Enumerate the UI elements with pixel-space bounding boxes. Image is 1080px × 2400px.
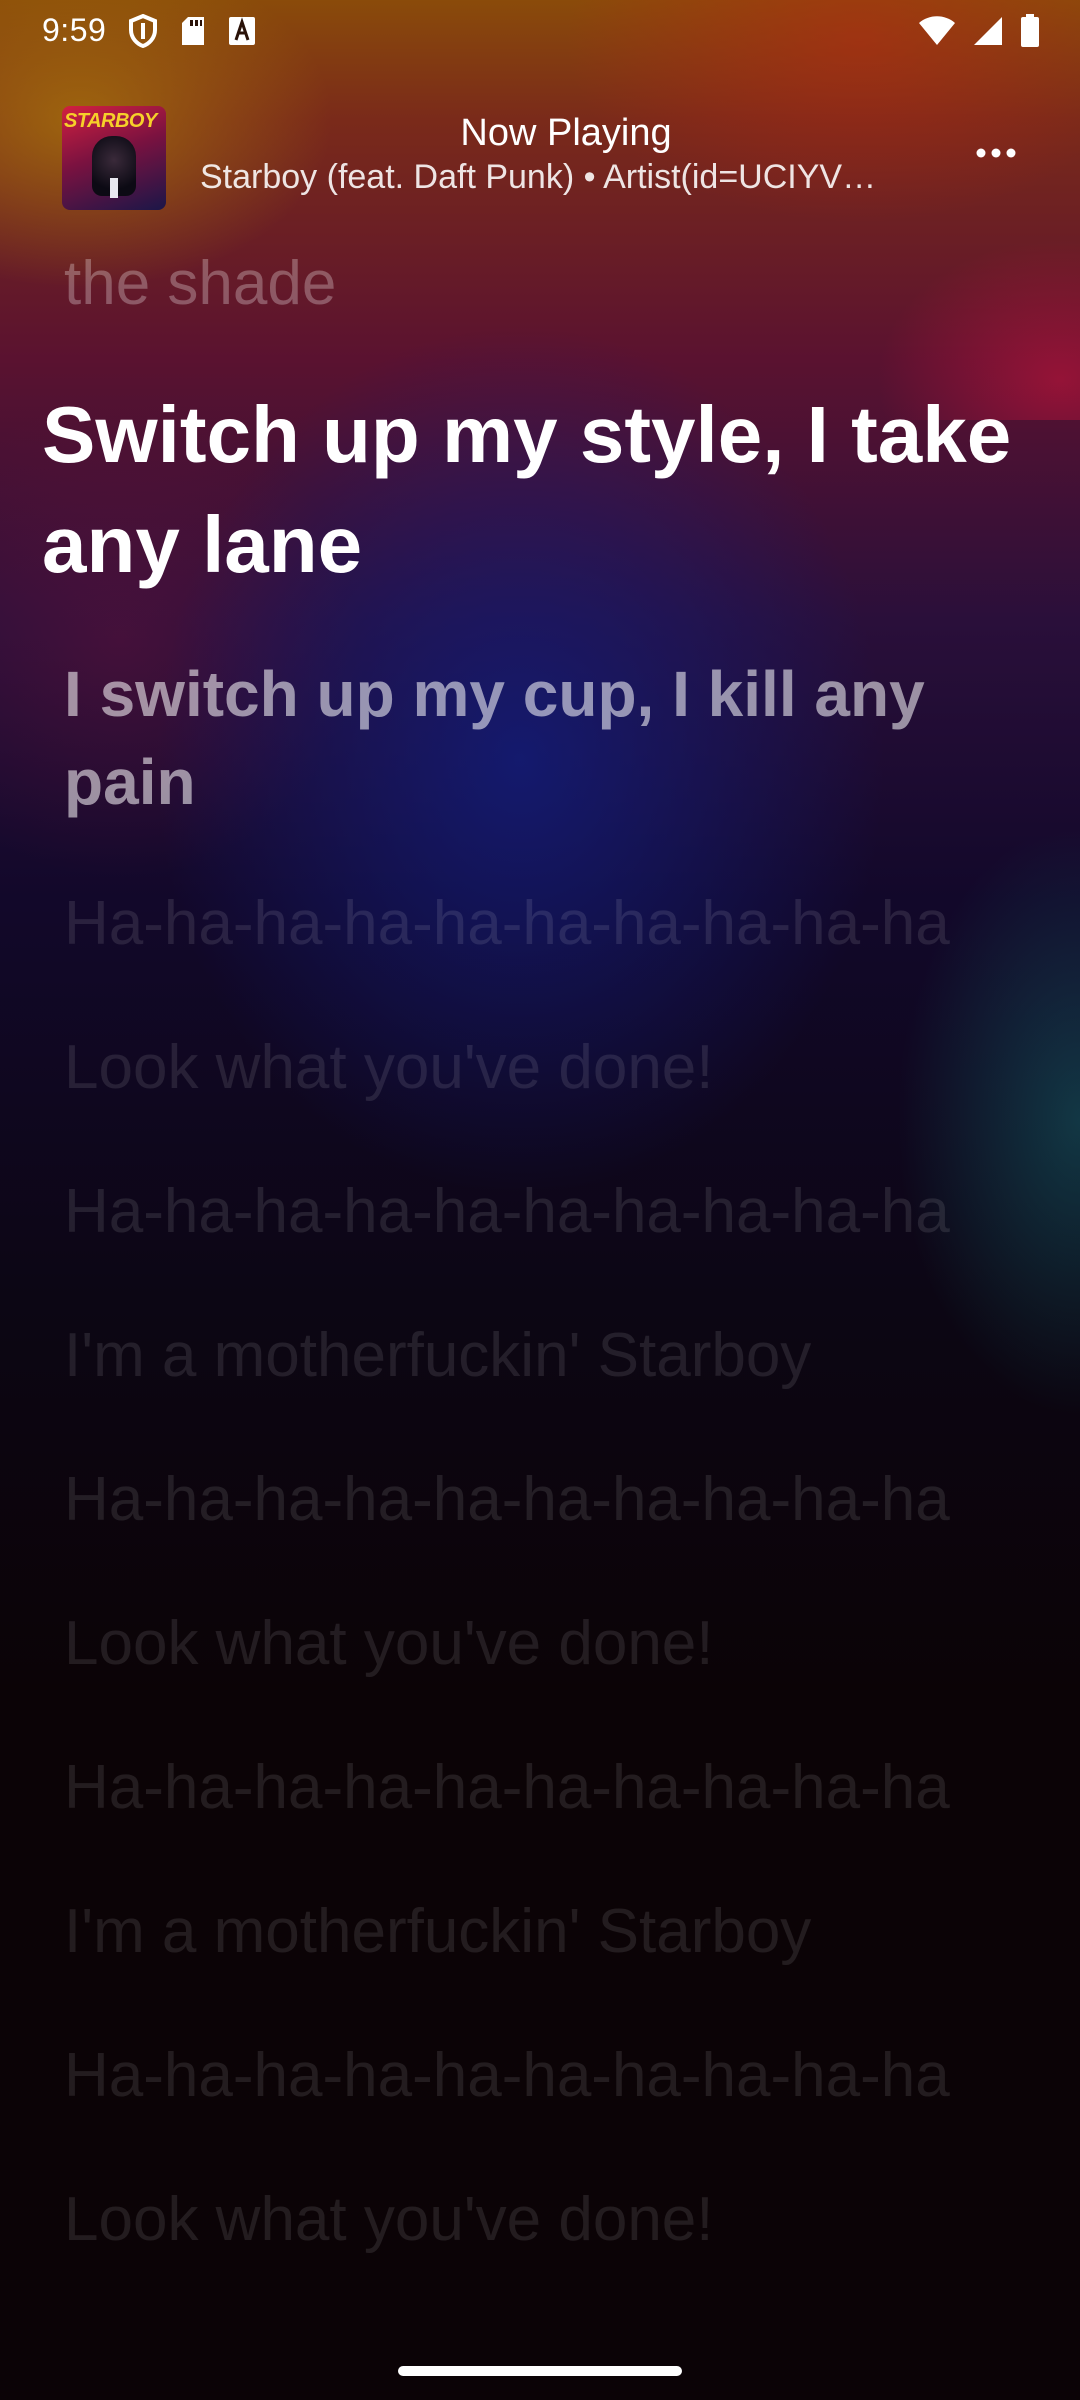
status-bar: 9:59 [0,0,1080,64]
more-horizontal-icon [976,145,1016,163]
lyric-line[interactable]: Look what you've done! [64,2176,1024,2264]
shield-icon [128,14,158,48]
now-playing-header: STARBOY Now Playing Starboy (feat. Daft … [0,96,1080,216]
lyric-line[interactable]: Ha-ha-ha-ha-ha-ha-ha-ha-ha-ha [64,1168,1024,1256]
cellular-signal-icon [972,15,1004,47]
track-subtitle[interactable]: Starboy (feat. Daft Punk) • Artist(id=UC… [200,158,932,197]
lyric-line[interactable]: Ha-ha-ha-ha-ha-ha-ha-ha-ha-ha [64,1744,1024,1832]
status-icons-right [918,14,1040,48]
lyric-line[interactable]: Ha-ha-ha-ha-ha-ha-ha-ha-ha-ha [64,2032,1024,2120]
status-time: 9:59 [42,12,107,48]
lyric-line-current[interactable]: Switch up my style, I take any lane [42,380,1042,600]
album-art-cross [110,178,118,198]
gesture-navigation-handle[interactable] [398,2366,682,2376]
lyric-line[interactable]: Look what you've done! [64,1600,1024,1688]
lyric-line[interactable]: Look what you've done! [64,1024,1024,1112]
page-title: Now Playing [460,112,672,154]
lyric-line[interactable]: I'm a motherfuckin' Starboy [64,1888,1024,1976]
sd-card-icon [180,15,206,47]
lyric-line[interactable]: I'm a motherfuckin' Starboy [64,1312,1024,1400]
lyric-line-previous[interactable]: the shade [64,240,1024,328]
lyric-line-next[interactable]: I switch up my cup, I kill any pain [64,650,1024,826]
now-playing-screen: 9:59 STARBOY Now Playing Starboy (feat. … [0,0,1080,2400]
lyric-line[interactable]: Ha-ha-ha-ha-ha-ha-ha-ha-ha-ha [64,1456,1024,1544]
font-a-icon [228,16,256,46]
lyrics-view[interactable]: the shade Switch up my style, I take any… [0,240,1080,2340]
lyric-line[interactable]: Ha-ha-ha-ha-ha-ha-ha-ha-ha-ha [64,880,1024,968]
album-art-text: STARBOY [64,110,157,132]
wifi-icon [918,15,956,47]
album-art[interactable]: STARBOY [62,106,166,210]
more-options-button[interactable] [966,134,1026,174]
status-icons-left [128,14,256,48]
battery-icon [1020,14,1040,48]
